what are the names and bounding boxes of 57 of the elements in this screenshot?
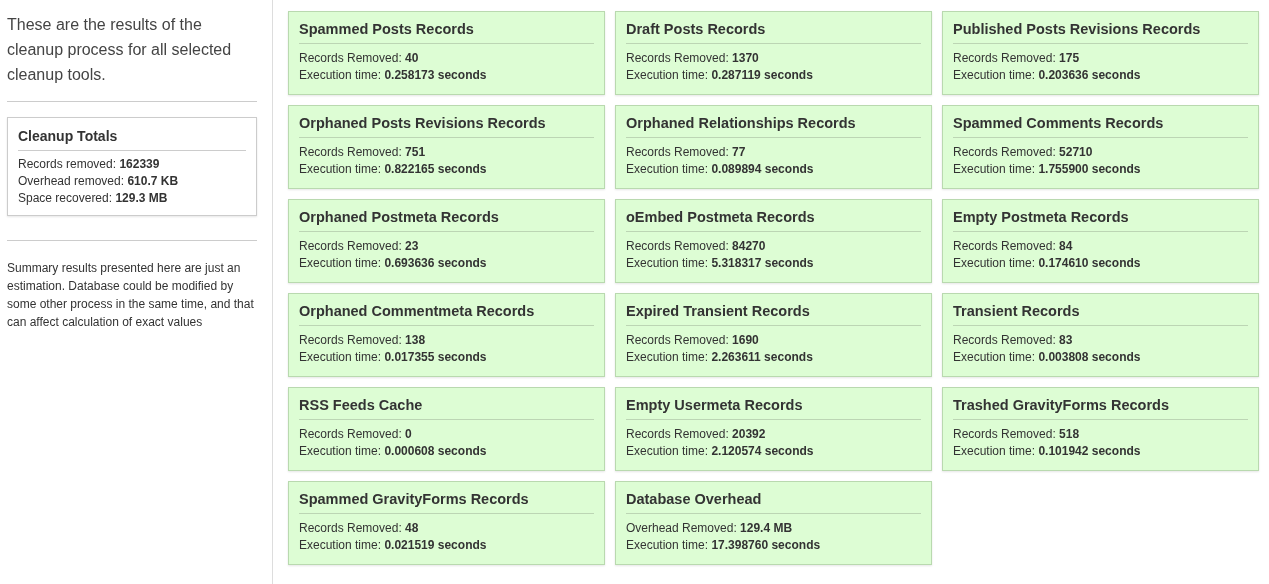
result-line: Execution time: 1.755900 seconds: [953, 161, 1142, 178]
intro-text: These are the results of the cleanup process for all selected cleanup tools.: [7, 15, 233, 85]
result-line: Records Removed: 23: [299, 238, 420, 255]
card-title: RSS Feeds Cache: [299, 397, 594, 420]
card-title: Orphaned Posts Revisions Records: [299, 115, 594, 138]
card-title: Orphaned Commentmeta Records: [299, 303, 594, 326]
result-line: Execution time: 0.287119 seconds: [626, 67, 814, 84]
result-line: Records Removed: 1690: [626, 332, 760, 349]
result-line: Records Removed: 40: [299, 50, 420, 67]
result-line: Records Removed: 0: [299, 426, 413, 443]
result-line: Records Removed: 83: [953, 332, 1074, 349]
card-title: Orphaned Relationships Records: [626, 115, 921, 138]
result-line: Records Removed: 175: [953, 50, 1081, 67]
result-line: Records Removed: 20392: [626, 426, 767, 443]
result-line: Execution time: 2.120574 seconds: [626, 443, 815, 460]
card-title: Spammed Comments Records: [953, 115, 1248, 138]
result-line: Records Removed: 84270: [626, 238, 767, 255]
result-line: Execution time: 0.089894 seconds: [626, 161, 815, 178]
result-line: Execution time: 0.017355 seconds: [299, 349, 488, 366]
summary-note: Summary results presented here are just an estimation. Database could be modified by some other process in the same time, and that can affect calculation of exact values: [7, 260, 255, 331]
result-line: Execution time: 5.318317 seconds: [626, 255, 815, 272]
card-title: Orphaned Postmeta Records: [299, 209, 594, 232]
result-line: Execution time: 0.693636 seconds: [299, 255, 488, 272]
result-line: Execution time: 0.003808 seconds: [953, 349, 1142, 366]
card-title: Transient Records: [953, 303, 1248, 326]
result-line: Execution time: 0.000608 seconds: [299, 443, 488, 460]
card-title: Draft Posts Records: [626, 21, 921, 44]
result-line: Execution time: 2.263611 seconds: [626, 349, 814, 366]
card-title: Spammed Posts Records: [299, 21, 594, 44]
result-line: Records removed: 162339: [18, 156, 161, 173]
result-line: Execution time: 0.822165 seconds: [299, 161, 488, 178]
card-title: Trashed GravityForms Records: [953, 397, 1248, 420]
result-line: Records Removed: 84: [953, 238, 1074, 255]
result-line: Records Removed: 52710: [953, 144, 1094, 161]
result-line: Overhead removed: 610.7 KB: [18, 173, 180, 190]
result-line: Records Removed: 48: [299, 520, 420, 537]
result-line: Records Removed: 751: [299, 144, 427, 161]
totals-title: Cleanup Totals: [18, 128, 246, 151]
card-title: Expired Transient Records: [626, 303, 921, 326]
card-title: Database Overhead: [626, 491, 921, 514]
card-title: Empty Usermeta Records: [626, 397, 921, 420]
result-line: Records Removed: 138: [299, 332, 427, 349]
card-title: oEmbed Postmeta Records: [626, 209, 921, 232]
result-line: Execution time: 0.203636 seconds: [953, 67, 1142, 84]
result-line: Execution time: 0.101942 seconds: [953, 443, 1142, 460]
result-line: Space recovered: 129.3 MB: [18, 190, 169, 207]
result-line: Overhead Removed: 129.4 MB: [626, 520, 794, 537]
result-line: Execution time: 0.258173 seconds: [299, 67, 488, 84]
result-line: Records Removed: 1370: [626, 50, 760, 67]
result-line: Execution time: 0.174610 seconds: [953, 255, 1142, 272]
card-title: Published Posts Revisions Records: [953, 21, 1248, 44]
card-title: Empty Postmeta Records: [953, 209, 1248, 232]
card-title: Spammed GravityForms Records: [299, 491, 594, 514]
result-line: Execution time: 17.398760 seconds: [626, 537, 822, 554]
result-line: Records Removed: 518: [953, 426, 1081, 443]
result-line: Records Removed: 77: [626, 144, 747, 161]
result-line: Execution time: 0.021519 seconds: [299, 537, 488, 554]
